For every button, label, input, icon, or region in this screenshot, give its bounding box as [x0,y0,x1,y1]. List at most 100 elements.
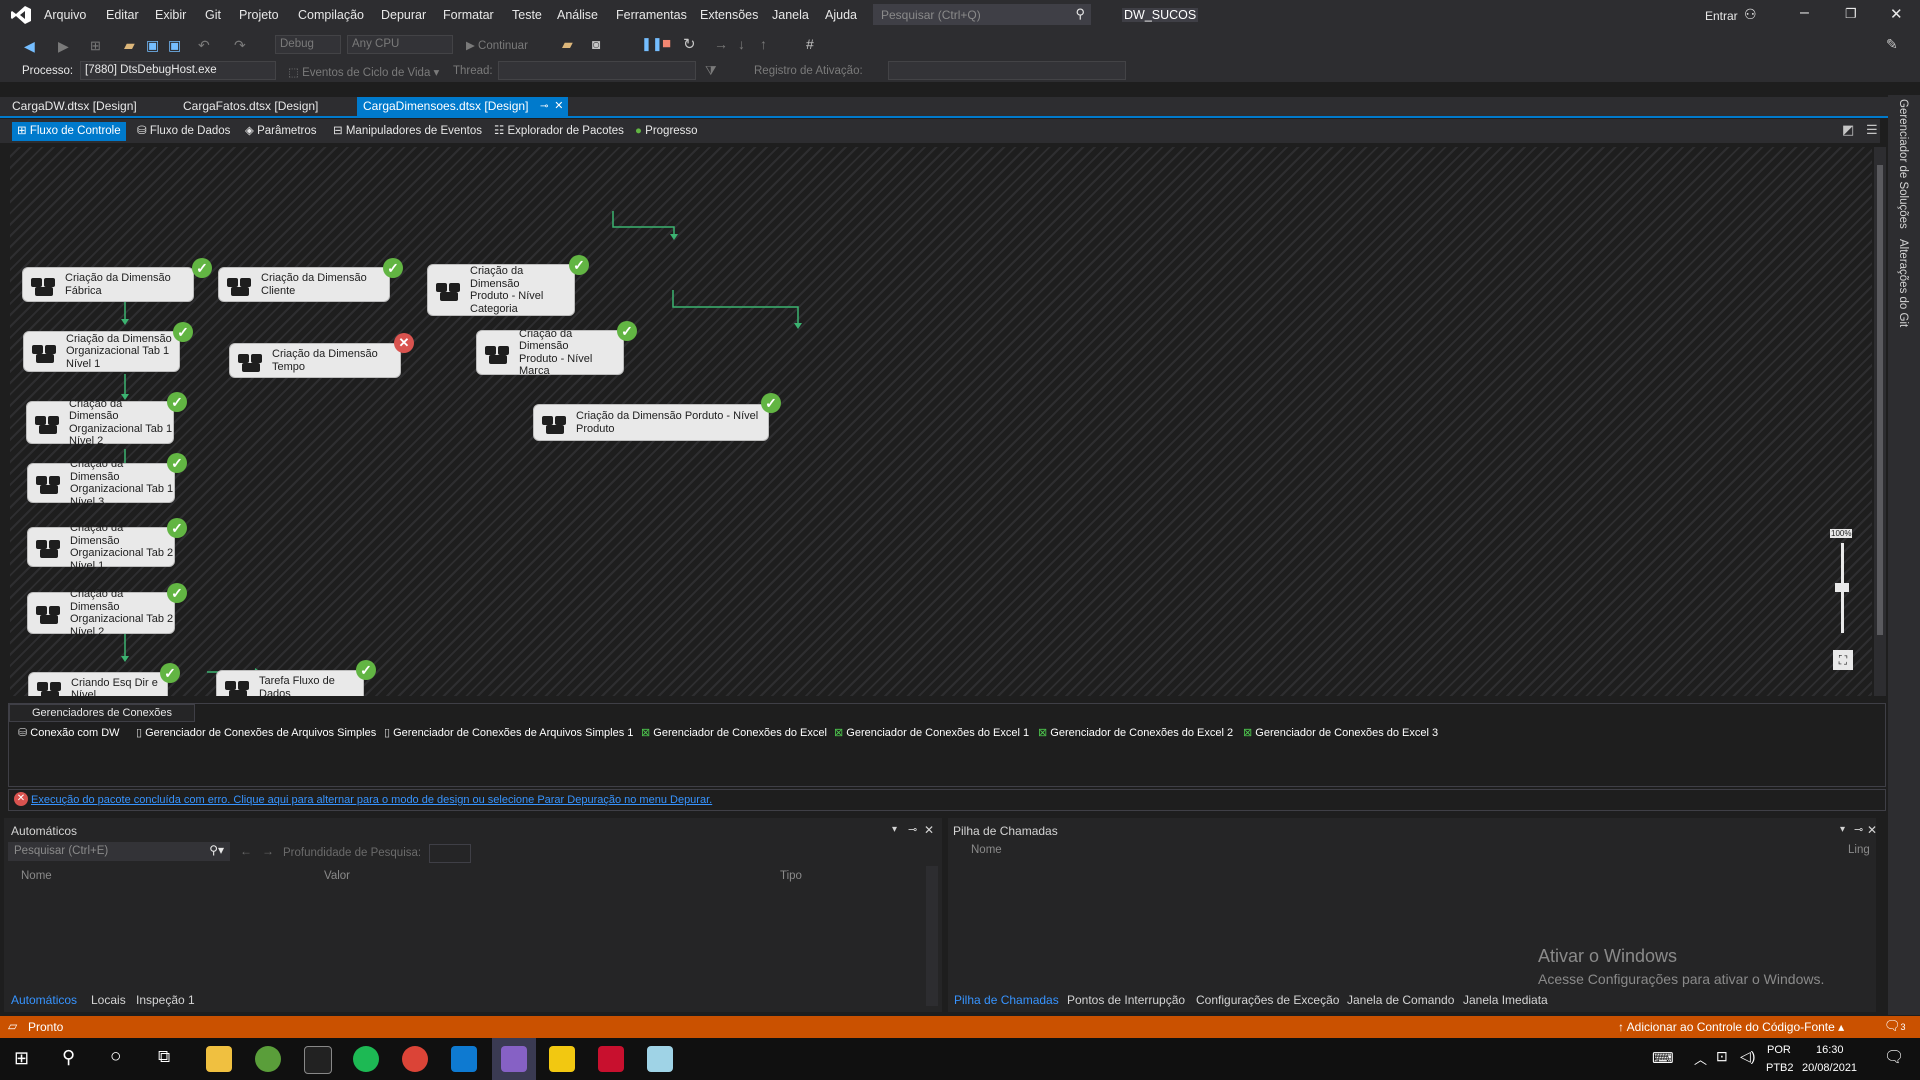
app-icon-blue[interactable] [647,1046,673,1072]
menu-git[interactable]: Git [205,8,221,22]
restore-icon[interactable]: ❐ [1845,6,1857,22]
tab-janela-comando[interactable]: Janela de Comando [1347,993,1454,1007]
tab-cargadw[interactable]: CargaDW.dtsx [Design] [6,97,143,116]
platform-dropdown[interactable]: Any CPU [347,35,453,54]
chrome-icon[interactable] [402,1046,428,1072]
menu-analise[interactable]: Análise [557,8,598,22]
hex-icon[interactable]: # [806,36,814,52]
menu-exibir[interactable]: Exibir [155,8,186,22]
new-project-icon[interactable]: ⊞ [90,38,101,54]
screenshot-icon[interactable]: ◙ [592,36,600,52]
callstack-close-icon[interactable]: ✕ [1867,823,1877,837]
task-box[interactable]: Criação da Dimensão Organizacional Tab 1… [27,458,175,508]
connection-manager-item[interactable]: ⊠ Gerenciador de Conexões do Excel 1 [834,726,1029,739]
callstack-scrollbar[interactable] [1874,840,1876,1006]
signin-button[interactable]: Entrar [1705,9,1738,23]
task-view-icon[interactable]: ⧉ [158,1047,170,1067]
control-flow-canvas[interactable]: Criação da Dimensão Fábrica ✓ Criação da D… [10,147,1872,696]
config-dropdown[interactable]: Debug [275,35,341,54]
zoom-thumb[interactable] [1835,583,1849,592]
task-box[interactable]: Criando Esq Dir e Nível [28,672,168,696]
autos-forward-icon[interactable]: → [262,844,274,858]
menu-ajuda[interactable]: Ajuda [825,8,857,22]
task-box[interactable]: Criação da Dimensão Fábrica [22,267,194,302]
connection-manager-item[interactable]: ⊠ Gerenciador de Conexões do Excel 3 [1243,726,1438,739]
pause-icon[interactable]: ❚❚ [641,36,663,52]
menu-formatar[interactable]: Formatar [443,8,494,22]
task-box[interactable]: Tarefa Fluxo de Dados [216,670,364,696]
tab-locais[interactable]: Locais [91,993,126,1007]
tab-pin-icon[interactable]: ⊸ [540,97,548,116]
callstack-pin-icon[interactable]: ⊸ [1854,823,1863,836]
volume-icon[interactable]: ◁) [1740,1048,1755,1065]
activation-log-dropdown[interactable] [888,61,1126,80]
thread-dropdown[interactable] [498,61,696,80]
step-into-icon[interactable]: ↓ [738,36,745,52]
tray-expand-icon[interactable]: ︿ [1694,1049,1707,1068]
autos-search-icon[interactable]: ⚲▾ [209,843,224,857]
autos-search-input[interactable]: Pesquisar (Ctrl+E) ⚲▾ [8,842,230,861]
tab-config-excecao[interactable]: Configurações de Exceção [1196,993,1339,1007]
xbox-icon[interactable] [255,1046,281,1072]
open-file-icon[interactable]: ▰ [124,37,135,54]
menu-depurar[interactable]: Depurar [381,8,426,22]
connection-manager-item[interactable]: ⛁ Conexão com DW [18,726,120,739]
menu-ferramentas[interactable]: Ferramentas [616,8,687,22]
step-over-icon[interactable]: → [714,36,728,52]
menu-extensoes[interactable]: Extensões [700,8,758,22]
pin-icon[interactable]: ✎ [1886,36,1898,53]
app-icon-red[interactable] [598,1046,624,1072]
autos-dropdown-icon[interactable]: ▾ [892,824,897,835]
connection-manager-item[interactable]: ⊠ Gerenciador de Conexões do Excel [641,726,827,739]
autos-close-icon[interactable]: ✕ [924,823,934,837]
minimize-icon[interactable]: – [1800,4,1809,22]
toolbox-icon[interactable]: ☰ [1866,122,1878,138]
visual-studio-icon[interactable] [492,1038,536,1080]
forward-icon[interactable]: ▶ [58,38,69,55]
redo-icon[interactable]: ↷ [234,37,246,54]
tab-parametros[interactable]: ◈ Parâmetros [240,122,322,141]
task-box[interactable]: Criação da Dimensão Tempo [229,343,401,378]
task-box[interactable]: Criação da Dimensão Produto - Nível Cate… [427,264,575,316]
tab-manipuladores-eventos[interactable]: ⊟ Manipuladores de Eventos [328,122,487,141]
clock-time[interactable]: 16:30 [1816,1044,1844,1056]
back-icon[interactable]: ◀ [24,38,35,55]
undo-icon[interactable]: ↶ [198,37,210,54]
account-icon[interactable]: ⚇ [1744,6,1757,23]
connection-manager-item[interactable]: ⊠ Gerenciador de Conexões do Excel 2 [1038,726,1233,739]
task-box[interactable]: Criação da Dimensão Produto - Nível Marc… [476,328,624,377]
task-box[interactable]: Criação da Dimensão Cliente [218,267,390,302]
callstack-dropdown-icon[interactable]: ▾ [1840,824,1845,835]
vscode-icon[interactable] [451,1046,477,1072]
layers-icon[interactable]: ◩ [1842,122,1854,138]
task-box[interactable]: Criação da Dimensão Organizacional Tab 2… [27,522,175,572]
autos-pin-icon[interactable]: ⊸ [908,823,917,836]
tab-cargafatos[interactable]: CargaFatos.dtsx [Design] [177,97,324,116]
source-control-button[interactable]: ↑ Adicionar ao Controle do Código-Fonte … [1618,1020,1844,1034]
tab-pilha-chamadas[interactable]: Pilha de Chamadas [954,993,1059,1007]
continue-button[interactable]: ▶ Continuar [466,38,528,52]
file-explorer-icon[interactable] [206,1046,232,1072]
menu-teste[interactable]: Teste [512,8,542,22]
folder-icon[interactable]: ▰ [562,36,573,53]
windows-start-icon[interactable]: ⊞ [14,1048,29,1069]
tab-explorador-pacotes[interactable]: ☷ Explorador de Pacotes [489,122,629,141]
fit-view-icon[interactable]: ⛶ [1833,650,1853,670]
connection-managers-tab[interactable]: Gerenciadores de Conexões [9,704,196,722]
autos-back-icon[interactable]: ← [240,844,252,858]
spotify-icon[interactable] [353,1046,379,1072]
power-bi-icon[interactable] [549,1046,575,1072]
tab-progresso[interactable]: ● Progresso [630,122,703,141]
connection-manager-item[interactable]: ▯ Gerenciador de Conexões de Arquivos Si… [384,726,633,739]
network-icon[interactable]: ⊡ [1716,1048,1728,1065]
process-dropdown[interactable]: [7880] DtsDebugHost.exe [80,61,276,80]
notifications-icon[interactable]: 🗨︎3 [1884,1018,1906,1034]
error-message-link[interactable]: Execução do pacote concluída com erro. C… [31,794,712,806]
step-out-icon[interactable]: ↑ [760,36,767,52]
task-box[interactable]: Criação da Dimensão Porduto - Nível Prod… [533,404,769,441]
search-depth-dropdown[interactable] [429,844,471,863]
cortana-icon[interactable]: ○ [110,1046,121,1068]
taskbar-search-icon[interactable]: ⚲ [62,1047,75,1068]
filter-icon[interactable]: ⧩ [705,63,717,79]
search-input[interactable]: Pesquisar (Ctrl+Q) [881,8,981,22]
